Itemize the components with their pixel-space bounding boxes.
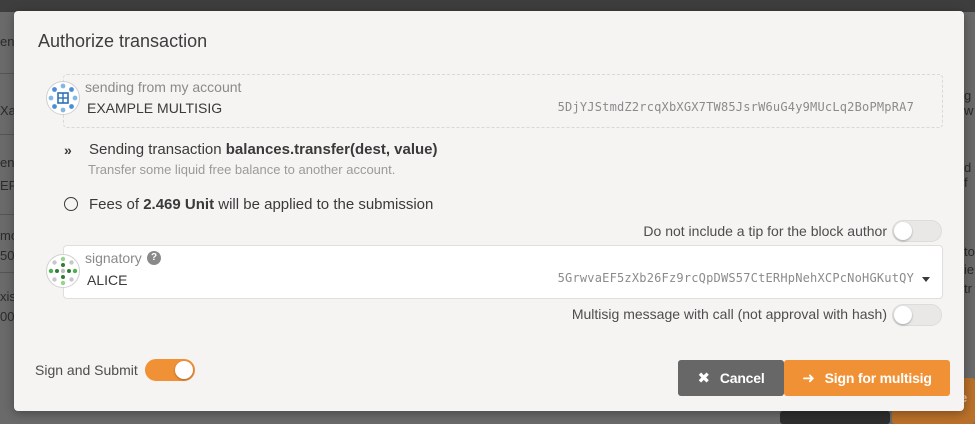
fees-suffix: will be applied to the submission <box>218 196 434 213</box>
signatory-address: 5GrwvaEF5zXb26Fz9rcQpDWS57CtERHpNehXCPcN… <box>557 271 914 285</box>
alice-identicon-icon[interactable] <box>46 254 80 288</box>
fees-prefix: Fees of <box>89 196 140 213</box>
transaction-description: Transfer some liquid free balance to ano… <box>88 162 396 177</box>
toggle-knob <box>894 306 912 324</box>
account-field-label: sending from my account <box>85 79 242 95</box>
sign-button-label: Sign for multisig <box>824 370 932 386</box>
multisig-identicon-icon[interactable] <box>46 81 80 115</box>
multisig-toggle-label: Multisig message with call (not approval… <box>571 306 887 322</box>
transaction-call: balances.transfer(dest, value) <box>225 141 438 158</box>
sending-account-field: sending from my account EXAMPLE MULTISIG… <box>63 74 943 128</box>
double-chevron-right-icon: » <box>64 142 72 158</box>
sign-for-multisig-button[interactable]: ➜ Sign for multisig <box>784 360 950 396</box>
signatory-select[interactable]: signatory ? ALICE 5GrwvaEF5zXb26Fz9rcQpD… <box>63 245 943 299</box>
background-divider <box>0 272 14 273</box>
multisig-call-toggle[interactable] <box>892 304 942 326</box>
tip-toggle-label: Do not include a tip for the block autho… <box>643 223 887 239</box>
sign-submit-label: Sign and Submit <box>35 362 138 378</box>
background-text: 50 <box>0 248 15 263</box>
background-text: to <box>964 244 975 259</box>
background-text: g w <box>964 88 974 118</box>
background-text: 00 <box>0 309 15 324</box>
background-divider <box>0 134 14 135</box>
account-name: EXAMPLE MULTISIG <box>87 100 223 116</box>
background-divider <box>0 73 14 74</box>
toggle-knob <box>894 222 912 240</box>
fees-amount: 2.469 Unit <box>143 196 215 213</box>
cancel-button-label: Cancel <box>719 370 765 386</box>
cancel-button[interactable]: ✖ Cancel <box>678 360 784 396</box>
sign-submit-toggle[interactable] <box>145 359 195 381</box>
close-icon: ✖ <box>697 370 710 387</box>
help-icon[interactable]: ? <box>147 251 161 265</box>
account-address: 5DjYJStmdZ2rcqXbXGX7TW85JsrW6uG4y9MUcLq2… <box>557 100 914 114</box>
fees-text: Fees of 2.469 Unit will be applied to th… <box>89 196 433 213</box>
background-text: d f <box>964 160 972 190</box>
authorize-transaction-modal: Authorize transaction sending from my ac… <box>14 11 964 411</box>
signatory-name: ALICE <box>87 272 128 288</box>
tip-toggle[interactable] <box>892 220 942 242</box>
chevron-down-icon[interactable] <box>922 277 930 282</box>
background-button <box>780 411 890 424</box>
circle-icon <box>64 197 78 211</box>
transaction-prefix: Sending transaction <box>89 141 222 158</box>
background-text: tr <box>964 281 972 296</box>
sign-in-icon: ➜ <box>802 370 815 387</box>
toggle-knob <box>175 361 193 379</box>
transaction-text: Sending transaction balances.transfer(de… <box>89 141 438 158</box>
background-divider <box>0 214 14 215</box>
modal-title: Authorize transaction <box>38 31 208 51</box>
signatory-label: signatory <box>85 250 142 266</box>
background-text: ie <box>964 262 975 277</box>
